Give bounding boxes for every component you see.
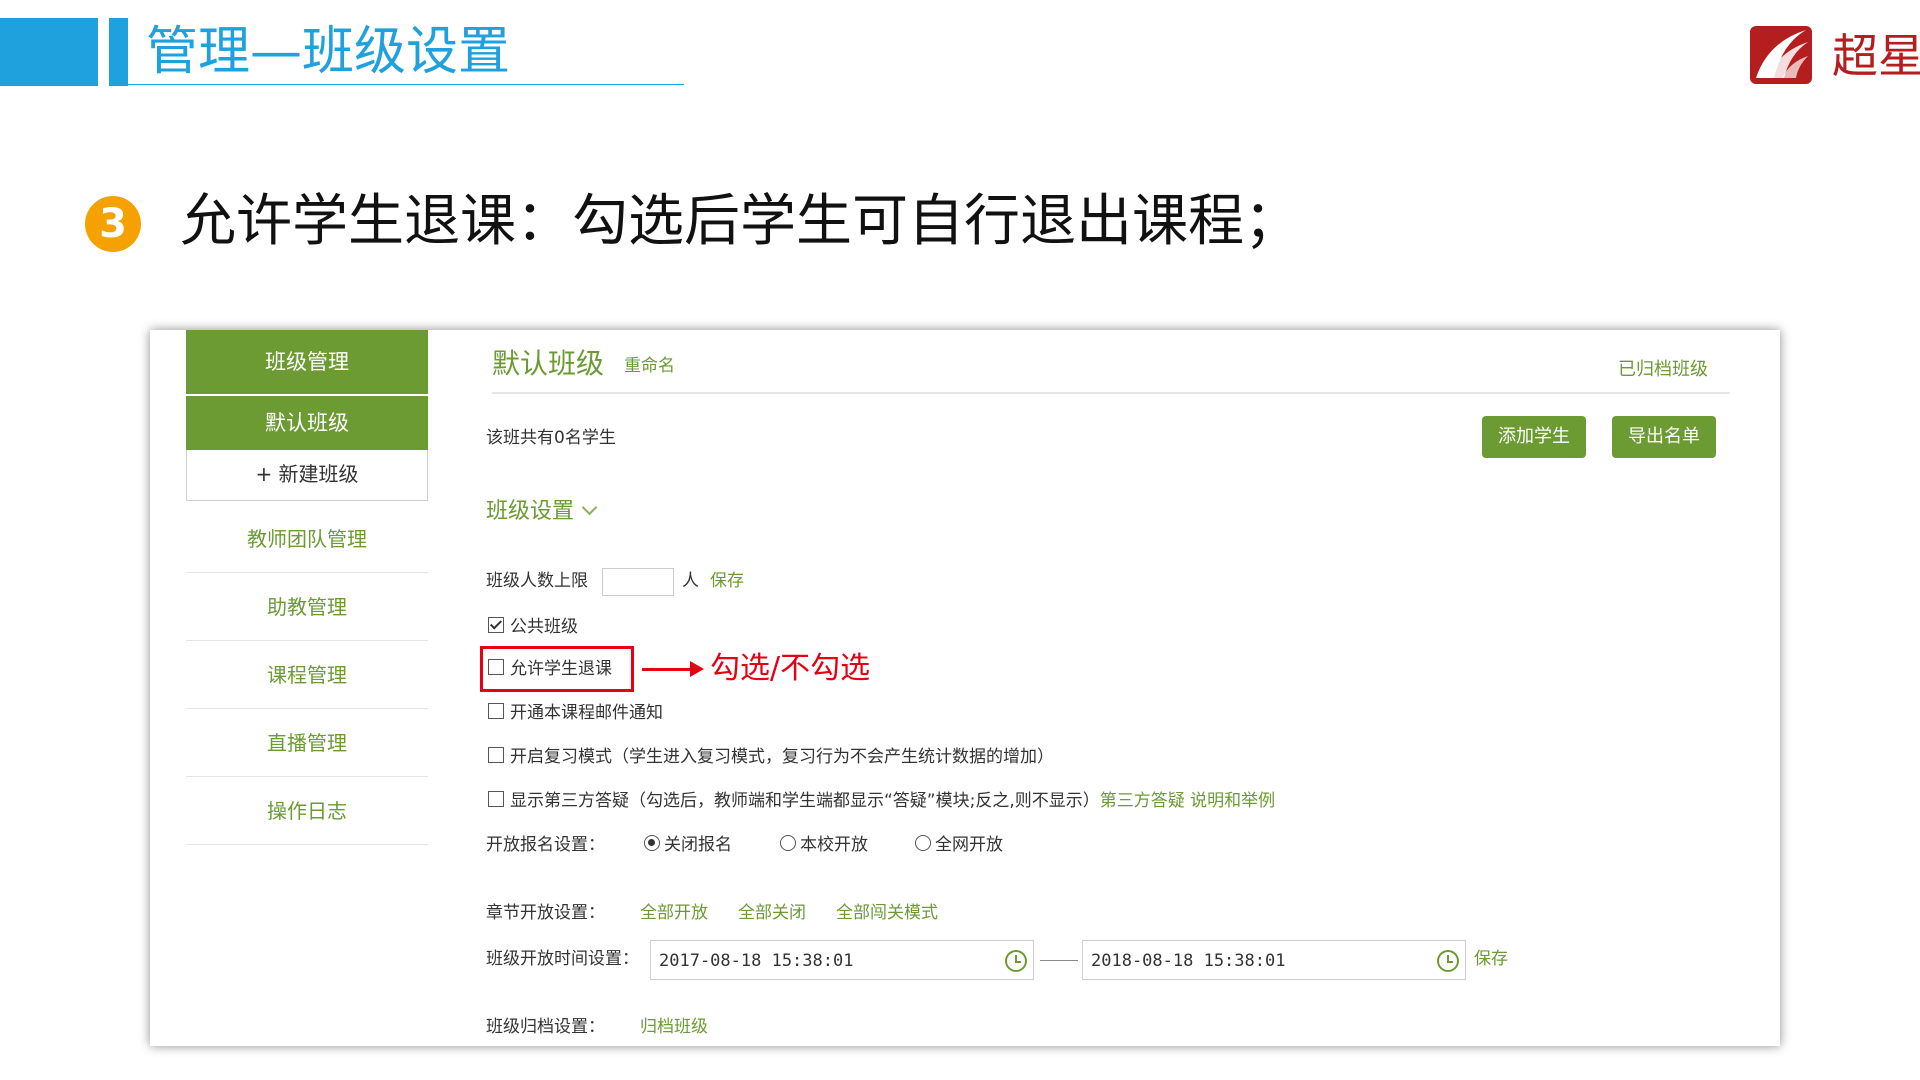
slide-title: 管理—班级设置 (146, 22, 511, 82)
rename-link[interactable]: 重命名 (624, 354, 675, 378)
annotation-text: 勾选/不勾选 (710, 651, 871, 686)
student-count-text: 该班共有0名学生 (486, 428, 616, 448)
third-party-qa-checkbox[interactable] (488, 791, 504, 807)
open-time-start-input[interactable]: 2017-08-18 15:38:01 (650, 940, 1034, 980)
registration-option-closed-label: 关闭报名 (664, 835, 732, 855)
annotation-arrow-head-icon (690, 661, 704, 677)
registration-label: 开放报名设置： (486, 835, 605, 855)
open-time-start-value: 2017-08-18 15:38:01 (659, 951, 854, 971)
registration-option-all[interactable]: 全网开放 (915, 832, 1003, 858)
logo-text: 超星 (1832, 29, 1920, 83)
email-notify-label: 开通本课程邮件通知 (510, 703, 663, 723)
archive-class-link[interactable]: 归档班级 (640, 1014, 708, 1040)
class-settings-toggle[interactable]: 班级设置 (486, 496, 598, 528)
class-name-title: 默认班级 (492, 347, 605, 380)
registration-option-school-label: 本校开放 (800, 835, 868, 855)
archived-classes-link[interactable]: 已归档班级 (1618, 358, 1708, 382)
public-class-option[interactable]: 公共班级 (488, 614, 578, 640)
header-accent-bar (0, 18, 98, 86)
new-class-button[interactable]: + 新建班级 (186, 450, 428, 501)
chapter-open-all-link[interactable]: 全部开放 (640, 900, 708, 926)
highlight-box (480, 646, 634, 692)
class-settings-title: 班级设置 (486, 499, 575, 524)
open-time-end-value: 2018-08-18 15:38:01 (1091, 951, 1286, 971)
registration-radio-closed[interactable] (644, 835, 660, 851)
sidebar-item-default-class[interactable]: 默认班级 (186, 396, 428, 450)
archive-label: 班级归档设置： (486, 1017, 605, 1037)
title-divider (492, 392, 1730, 394)
sidebar-header-class-management[interactable]: 班级管理 (186, 330, 428, 394)
capacity-save-link[interactable]: 保存 (710, 568, 744, 594)
sidebar-item-assistant[interactable]: 助教管理 (186, 574, 428, 641)
registration-option-closed[interactable]: 关闭报名 (644, 832, 732, 858)
chapter-open-label: 章节开放设置： (486, 903, 605, 923)
public-class-label: 公共班级 (510, 617, 578, 637)
review-mode-checkbox[interactable] (488, 747, 504, 763)
review-mode-label: 开启复习模式（学生进入复习模式，复习行为不会产生统计数据的增加） (510, 747, 1054, 767)
capacity-label: 班级人数上限 (486, 571, 588, 591)
chapter-close-all-link[interactable]: 全部关闭 (738, 900, 806, 926)
registration-radio-school[interactable] (780, 835, 796, 851)
bullet-text: 允许学生退课：勾选后学生可自行退出课程； (180, 189, 1300, 254)
logo-mark-icon (1750, 26, 1812, 84)
registration-option-school[interactable]: 本校开放 (780, 832, 868, 858)
open-time-save-link[interactable]: 保存 (1474, 946, 1508, 972)
sidebar-item-operation-log[interactable]: 操作日志 (186, 778, 428, 845)
open-time-end-input[interactable]: 2018-08-18 15:38:01 (1082, 940, 1466, 980)
public-class-checkbox[interactable] (488, 617, 504, 633)
capacity-unit: 人 (682, 571, 699, 591)
sidebar-item-course[interactable]: 课程管理 (186, 642, 428, 709)
add-student-button[interactable]: 添加学生 (1482, 416, 1586, 458)
chevron-down-icon (581, 499, 598, 516)
email-notify-checkbox[interactable] (488, 703, 504, 719)
chapter-challenge-mode-link[interactable]: 全部闯关模式 (836, 900, 938, 926)
sidebar-item-live[interactable]: 直播管理 (186, 710, 428, 777)
clock-icon[interactable] (1437, 950, 1459, 972)
review-mode-option[interactable]: 开启复习模式（学生进入复习模式，复习行为不会产生统计数据的增加） (488, 744, 1054, 770)
third-party-qa-label: 显示第三方答疑（勾选后，教师端和学生端都显示“答疑”模块;反之,则不显示） (510, 791, 1100, 811)
capacity-input[interactable] (602, 568, 674, 596)
open-time-label: 班级开放时间设置： (486, 949, 639, 969)
bullet-number-badge: 3 (85, 196, 141, 252)
third-party-qa-option[interactable]: 显示第三方答疑（勾选后，教师端和学生端都显示“答疑”模块;反之,则不显示）第三方… (488, 788, 1275, 814)
registration-option-all-label: 全网开放 (935, 835, 1003, 855)
title-underline (128, 84, 684, 85)
clock-icon[interactable] (1005, 950, 1027, 972)
third-party-qa-link[interactable]: 第三方答疑 说明和举例 (1100, 791, 1275, 811)
date-range-dash (1040, 960, 1078, 961)
chaoxing-logo: 超星 (1748, 22, 1920, 92)
sidebar-item-teacher-team[interactable]: 教师团队管理 (186, 506, 428, 573)
annotation-arrow-line (642, 668, 692, 671)
export-list-button[interactable]: 导出名单 (1612, 416, 1716, 458)
screenshot-panel: 班级管理 默认班级 + 新建班级 教师团队管理 助教管理 课程管理 直播管理 操… (150, 330, 1780, 1046)
registration-radio-all[interactable] (915, 835, 931, 851)
email-notify-option[interactable]: 开通本课程邮件通知 (488, 700, 663, 726)
header-accent-bar-thin (109, 18, 128, 86)
